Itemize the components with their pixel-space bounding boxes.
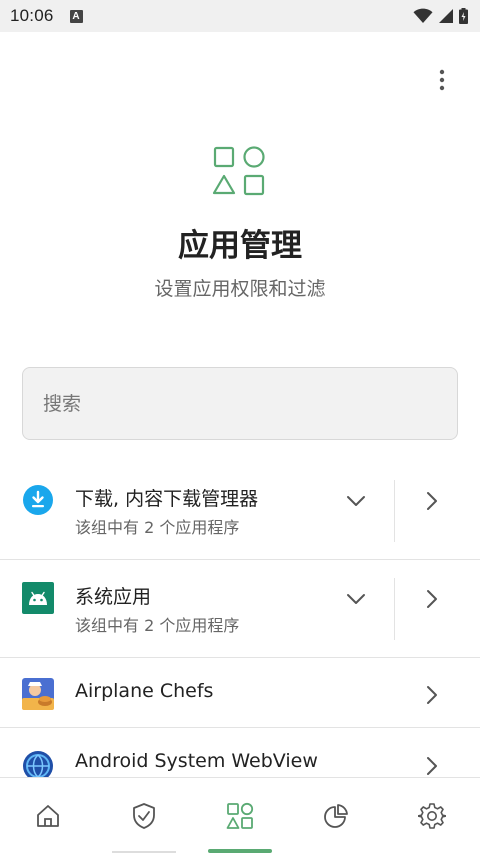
chevron-right-icon xyxy=(427,686,437,704)
status-time: 10:06 xyxy=(10,6,54,25)
status-icons xyxy=(413,8,468,24)
search-box[interactable] xyxy=(22,367,458,440)
search-input[interactable] xyxy=(43,392,423,415)
chevron-down-icon xyxy=(347,496,365,506)
more-options-button[interactable] xyxy=(426,64,458,96)
app-title: Android System WebView xyxy=(75,750,318,772)
expand-group-button[interactable] xyxy=(340,583,372,615)
pie-chart-icon xyxy=(324,804,348,828)
webview-icon xyxy=(23,751,53,777)
page-subtitle: 设置应用权限和过滤 xyxy=(154,278,326,300)
status-bar: 10:06 A xyxy=(0,0,480,32)
apps-shapes-icon xyxy=(212,146,265,196)
chevron-right-icon xyxy=(427,757,437,775)
group-row-system-apps[interactable]: 系统应用 该组中有 2 个应用程序 xyxy=(0,560,480,658)
accessibility-notification-icon: A xyxy=(69,9,83,23)
group-row-downloads[interactable]: 下载, 内容下载管理器 该组中有 2 个应用程序 xyxy=(0,462,480,560)
nav-settings[interactable] xyxy=(384,778,480,853)
divider xyxy=(394,578,395,640)
group-subtitle: 该组中有 2 个应用程序 xyxy=(75,518,240,537)
divider xyxy=(394,480,395,542)
airplane-chefs-icon xyxy=(22,678,54,710)
android-icon xyxy=(22,582,54,614)
app-row-airplane-chefs[interactable]: Airplane Chefs xyxy=(0,658,480,728)
open-app-button[interactable] xyxy=(418,679,446,711)
open-group-button[interactable] xyxy=(418,583,446,615)
selected-tab-indicator xyxy=(208,849,272,853)
group-title: 下载, 内容下载管理器 xyxy=(75,488,259,510)
open-group-button[interactable] xyxy=(418,485,446,517)
apps-icon xyxy=(226,802,254,829)
app-row-android-system-webview[interactable]: Android System WebView xyxy=(0,728,480,777)
cellular-signal-icon xyxy=(439,9,453,23)
nav-statistics[interactable] xyxy=(288,778,384,853)
open-app-button[interactable] xyxy=(418,750,446,777)
app-title: Airplane Chefs xyxy=(75,680,214,702)
home-icon xyxy=(37,805,59,827)
page-title: 应用管理 xyxy=(178,228,302,264)
chevron-right-icon xyxy=(427,492,437,510)
more-vertical-icon xyxy=(439,69,445,91)
battery-icon xyxy=(459,8,468,24)
nav-apps[interactable] xyxy=(192,778,288,853)
expand-group-button[interactable] xyxy=(340,485,372,517)
group-title: 系统应用 xyxy=(75,586,152,608)
group-subtitle: 该组中有 2 个应用程序 xyxy=(75,616,240,635)
shield-icon xyxy=(133,803,155,829)
wifi-icon xyxy=(413,8,433,23)
chevron-down-icon xyxy=(347,594,365,604)
nav-home[interactable] xyxy=(0,778,96,853)
gear-icon xyxy=(418,803,446,829)
bottom-navigation xyxy=(0,777,480,853)
chevron-right-icon xyxy=(427,590,437,608)
nav-protection[interactable] xyxy=(96,778,192,853)
download-icon xyxy=(23,485,53,515)
